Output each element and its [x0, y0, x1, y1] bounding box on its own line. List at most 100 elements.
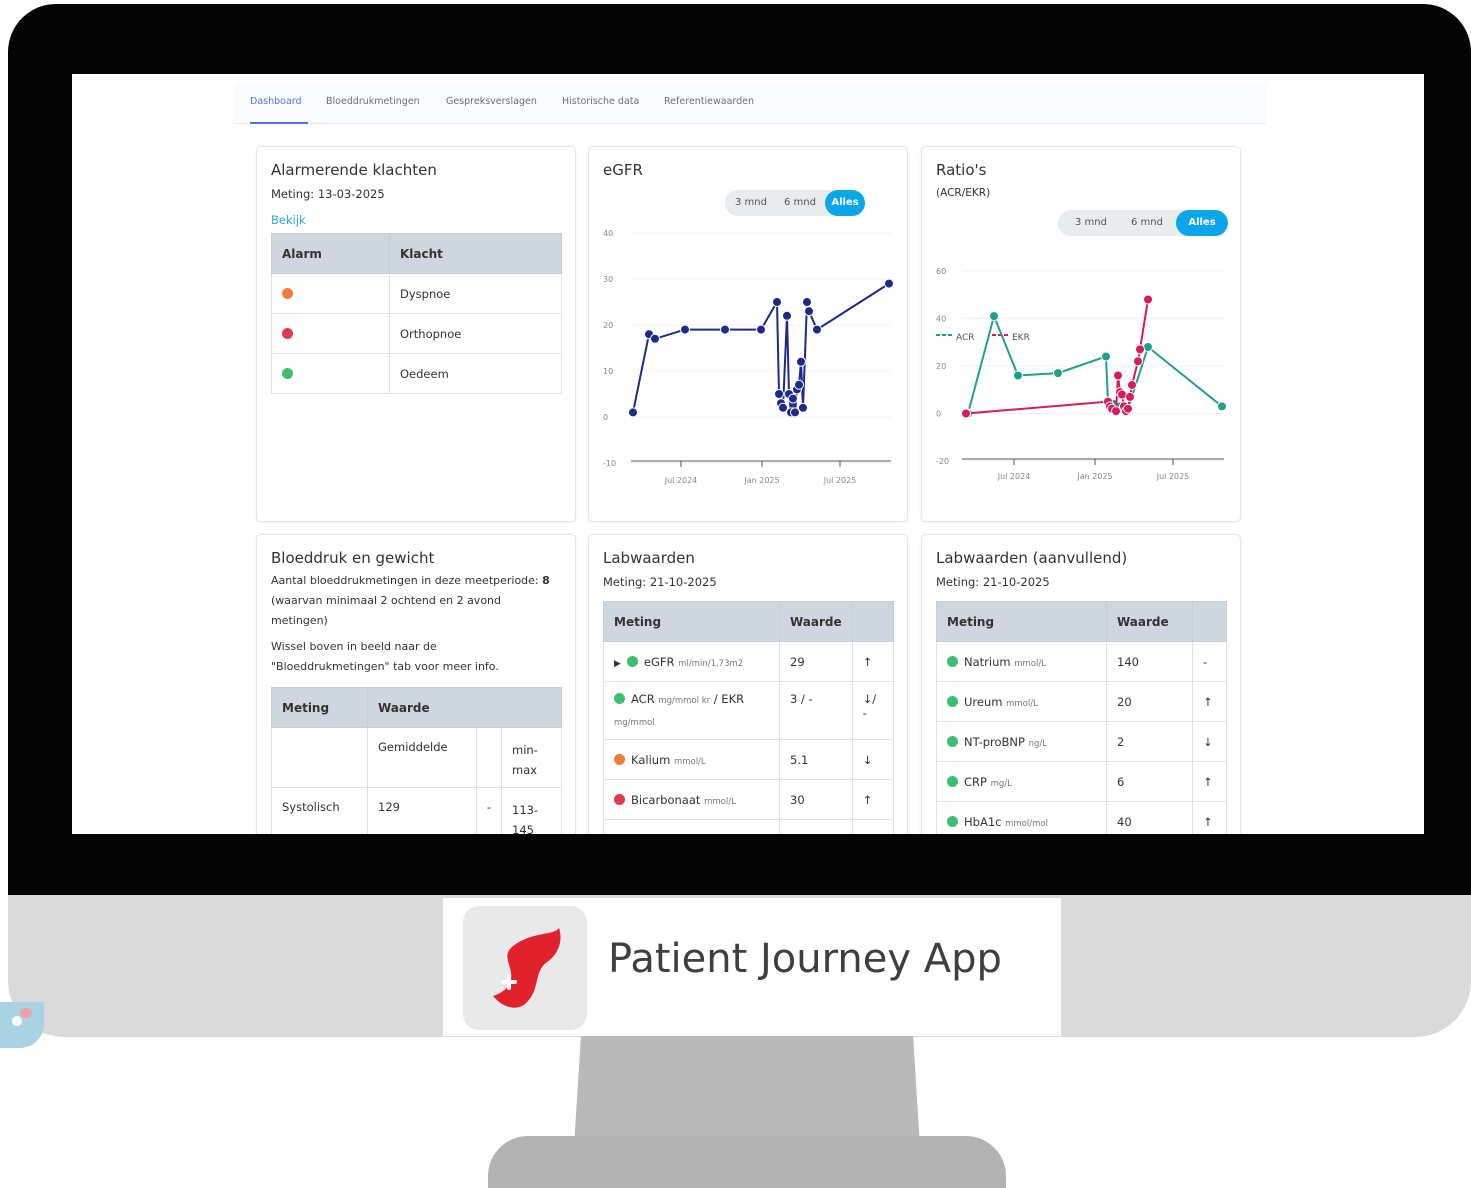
lab-name-cell: HbA1c mmol/mol [936, 801, 1107, 834]
status-dot-icon [282, 327, 293, 339]
x-tick-label: Jul 2025 [1156, 472, 1190, 481]
trend-arrow: ↓/ - [851, 681, 895, 740]
egfr-point [802, 297, 812, 307]
x-tick-label: Jan 2025 [743, 476, 779, 485]
acr-point [989, 311, 999, 322]
egfr-point [794, 379, 804, 390]
meting-count: 8 [542, 574, 550, 587]
tab-referentiewaarden[interactable]: Referentiewaarden [664, 96, 754, 107]
trend-arrow: ↑ [1192, 681, 1227, 722]
labwaarden-card: Labwaarden Meting: 21-10-2025 Meting Waa… [588, 534, 908, 834]
ekr-point [1135, 344, 1145, 355]
trend-arrow: ↓ [1192, 721, 1227, 762]
egfr-point [790, 407, 800, 418]
x-tick-label: Jul 2024 [664, 476, 698, 485]
range-6mnd-button[interactable]: 6 mnd [1120, 210, 1174, 236]
table-row: Kalium mmol/L 5.1 ↓ [603, 739, 895, 780]
table-row: NT-proBNP ng/L 2 ↓ [936, 721, 1227, 762]
monitor-base [488, 1136, 1006, 1188]
status-dot-icon [282, 287, 293, 299]
range-toggle: 3 mnd 6 mnd Alles [725, 190, 865, 216]
ekr-point [1113, 370, 1123, 381]
acr-point [1053, 368, 1063, 379]
col-header: Waarde [367, 687, 562, 728]
trend-arrow: ↑ [851, 641, 895, 682]
lab-value: 29 [779, 641, 853, 682]
lab2-table: Meting Waarde Natrium mmol/L 140 - Ureum… [936, 601, 1227, 834]
egfr-point [720, 324, 730, 335]
egfr-point [796, 356, 806, 367]
range-alles-button[interactable]: Alles [825, 190, 865, 216]
egfr-point [812, 324, 822, 335]
ratios-card: Ratio's (ACR/EKR) 3 mnd 6 mnd Alles ACR E… [921, 146, 1241, 522]
lab-name-cell: CRP mg/L [936, 761, 1107, 802]
egfr-card: eGFR 3 mnd 6 mnd Alles 40 30 20 10 0 -10 Jul 2… [588, 146, 908, 522]
alarm-card: Alarmerende klachten Meting: 13-03-2025 … [256, 146, 576, 522]
table-row: ACR mg/mmol kr / EKR mg/mmol 3 / - ↓/ - [603, 681, 895, 740]
table-row: Orthopnoe [271, 313, 562, 354]
sub-header: min-max [501, 727, 562, 788]
meting-date: Meting: 13-03-2025 [271, 187, 385, 201]
legend-label: ACR [956, 333, 975, 343]
table-row: Oedeem [271, 353, 562, 394]
ekr-point [961, 408, 971, 419]
egfr-point [774, 389, 784, 399]
app-screen: Dashboard Bloeddrukmetingen Gespreksvers… [72, 74, 1424, 834]
row-range: 113- 145 [501, 787, 562, 834]
status-dot-icon [614, 692, 625, 704]
col-header: Klacht [389, 233, 562, 274]
egfr-point [804, 306, 814, 317]
card-title: Ratio's [936, 161, 987, 179]
klacht-cell: Oedeem [389, 353, 562, 394]
table-row: Dyspnoe [271, 273, 562, 314]
trend-arrow: ↑ [851, 779, 895, 820]
ekr-point [1125, 391, 1135, 402]
lab-name-cell: Ureum mmol/L [936, 681, 1107, 722]
row-value: 129 [367, 787, 477, 834]
acr-line [967, 312, 1223, 414]
table-row[interactable]: ▶ eGFR ml/min/1,73m2 29 ↑ [603, 641, 895, 682]
lab-value: 5.1 [779, 739, 853, 780]
trend-arrow: ↑ [1192, 801, 1227, 834]
lab-name-cell: Kalium mmol/L [603, 739, 780, 780]
card-title: eGFR [603, 161, 643, 179]
table-row: HbA1c mmol/mol 40 ↑ [936, 801, 1227, 834]
bekijk-link[interactable]: Bekijk [271, 213, 306, 227]
egfr-point [680, 324, 690, 335]
chat-bubble-icon[interactable] [0, 1002, 44, 1048]
range-alles-button[interactable]: Alles [1176, 210, 1228, 236]
range-6mnd-button[interactable]: 6 mnd [777, 190, 823, 216]
bloeddruk-info: Aantal bloeddrukmetingen in deze meetper… [271, 571, 571, 631]
tab-bloeddrukmetingen[interactable]: Bloeddrukmetingen [326, 96, 420, 107]
y-tick-label: 40 [936, 315, 946, 324]
ekr-point [1123, 403, 1133, 414]
y-tick-label: 60 [936, 267, 946, 276]
tab-dashboard[interactable]: Dashboard [250, 96, 302, 107]
table-row [603, 819, 895, 834]
info-line: metingen) [271, 614, 328, 627]
egfr-point [884, 278, 894, 289]
y-tick-label: 30 [603, 275, 613, 284]
row-dash: - [475, 787, 503, 834]
range-3mnd-button[interactable]: 3 mnd [1066, 210, 1116, 236]
range-3mnd-button[interactable]: 3 mnd [729, 190, 773, 216]
y-tick-label: 0 [936, 410, 941, 419]
card-title: Labwaarden [603, 549, 695, 567]
table-row: Gemiddelde min-max [271, 727, 562, 788]
status-dot-icon [614, 833, 625, 834]
tab-gespreksverslagen[interactable]: Gespreksverslagen [446, 96, 537, 107]
y-tick-label: 20 [603, 321, 613, 330]
app-logo-icon [493, 928, 561, 1008]
tab-historische-data[interactable]: Historische data [562, 96, 639, 107]
legend-label: EKR [1012, 333, 1030, 343]
lab-value: 20 [1106, 681, 1193, 722]
egfr-point [756, 324, 766, 335]
status-dot-icon [947, 775, 958, 787]
meting-date: Meting: 21-10-2025 [603, 575, 717, 589]
info-line: "Bloeddrukmetingen" tab voor meer info. [271, 660, 499, 673]
brand-panel: Patient Journey App [443, 898, 1061, 1036]
expand-triangle-icon[interactable]: ▶ [614, 659, 621, 669]
col-header: Meting [271, 687, 368, 728]
egfr-point [628, 407, 638, 418]
egfr-point [650, 333, 660, 344]
